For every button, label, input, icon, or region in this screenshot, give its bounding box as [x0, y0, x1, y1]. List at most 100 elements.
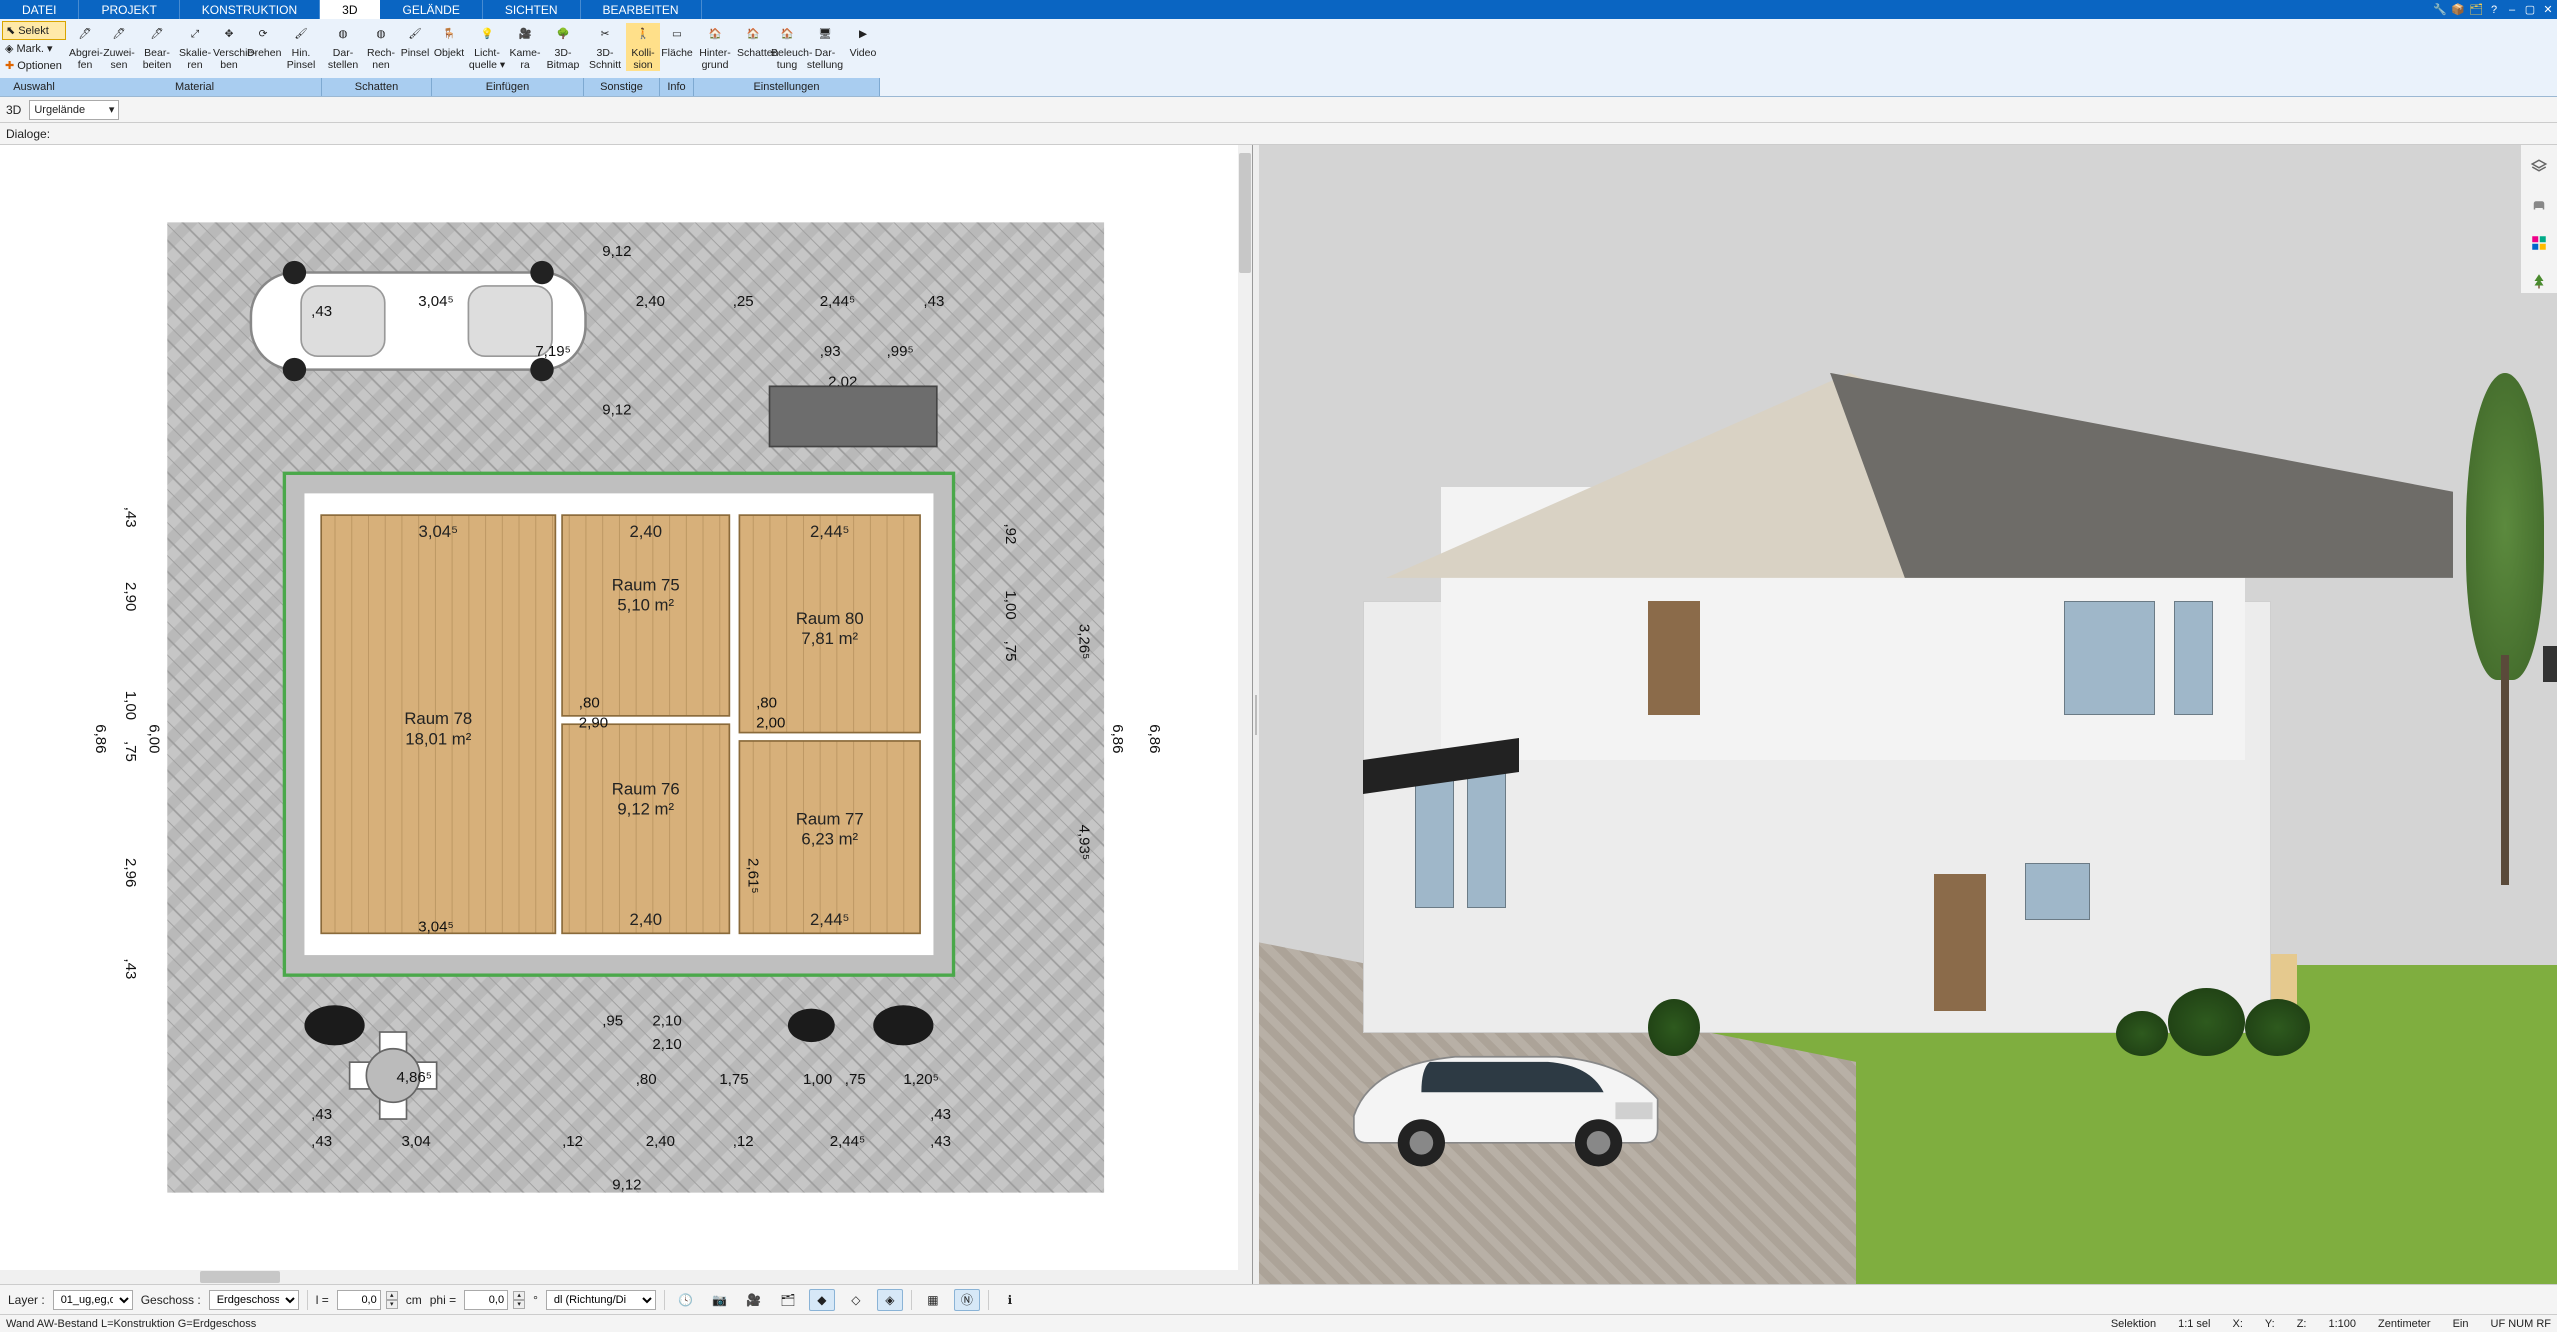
info-icon[interactable]: ℹ	[997, 1289, 1023, 1311]
group-label-material: Material	[68, 78, 322, 96]
view-3d-pane[interactable]	[1259, 145, 2557, 1284]
group-label-sonstige: Sonstige	[584, 78, 660, 96]
stack-icon[interactable]: 🗂	[775, 1289, 801, 1311]
length-spinner[interactable]: ▴▾	[386, 1291, 398, 1309]
movie-icon[interactable]: 🎥	[741, 1289, 767, 1311]
terrain-select[interactable]: Urgelände▾	[29, 100, 119, 120]
palette-icon[interactable]	[2527, 231, 2551, 255]
furniture-icon[interactable]	[2527, 193, 2551, 217]
svg-text:2,96: 2,96	[122, 858, 139, 887]
dialoge-label: Dialoge:	[6, 127, 50, 141]
hintergrund-button[interactable]: 🏠Hinter-grund	[694, 23, 736, 71]
snap-a-icon[interactable]: ◆	[809, 1289, 835, 1311]
svg-text:2,40: 2,40	[629, 522, 662, 541]
schatten2-button[interactable]: 🏠Schatten	[736, 23, 770, 59]
camera-icon[interactable]: 📷	[707, 1289, 733, 1311]
bitmap3d-icon: 🌳	[550, 23, 576, 45]
svg-text:9,12: 9,12	[602, 402, 631, 419]
phi-input[interactable]	[464, 1290, 508, 1310]
toolbar-wrench-icon[interactable]: 🔧	[2431, 0, 2449, 19]
svg-text:1,00: 1,00	[803, 1071, 832, 1088]
menu-gelaende[interactable]: GELÄNDE	[380, 0, 482, 19]
snap-c-icon[interactable]: ◈	[877, 1289, 903, 1311]
plan-2d-pane[interactable]: 3,04⁵ 9,12 2,40 ,25 2,44⁵ ,43 7,19⁵ ,93 …	[0, 145, 1253, 1284]
plan-scroll-vertical[interactable]	[1238, 145, 1252, 1284]
plan-scroll-horizontal[interactable]	[0, 1270, 1238, 1284]
menu-bar: DATEI PROJEKT KONSTRUKTION 3D GELÄNDE SI…	[0, 0, 2557, 19]
drehen-button[interactable]: ⟳Drehen	[246, 23, 280, 59]
kamera-label1: Kame-	[509, 47, 541, 59]
rechnen-label2: nen	[365, 59, 397, 71]
grid-icon[interactable]: ▦	[920, 1289, 946, 1311]
skalieren-label1: Skalie-	[179, 47, 211, 59]
menu-konstruktion[interactable]: KONSTRUKTION	[180, 0, 320, 19]
svg-text:6,86: 6,86	[1146, 724, 1163, 753]
bitmap3d-button[interactable]: 🌳3D-Bitmap	[542, 23, 584, 71]
beleuchtung-icon: 🏠	[774, 23, 800, 45]
tree-tool-icon[interactable]	[2527, 269, 2551, 293]
lichtquelle-button[interactable]: 💡Licht-quelle ▾	[466, 23, 508, 71]
schnitt3d-button[interactable]: ✂3D-Schnitt	[584, 23, 626, 71]
geschoss-select[interactable]: Erdgeschoss	[209, 1290, 299, 1310]
target-icon: ◈	[5, 42, 13, 55]
schnitt3d-label1: 3D-	[585, 47, 625, 59]
video-button[interactable]: ▶Video	[846, 23, 880, 59]
verschieben-button[interactable]: ✥Verschie-ben	[212, 23, 246, 71]
snap-b-icon[interactable]: ◇	[843, 1289, 869, 1311]
right-panel-handle[interactable]	[2543, 646, 2557, 682]
hintergrund-label2: grund	[695, 59, 735, 71]
svg-text:6,86: 6,86	[92, 724, 109, 753]
window-minimize-button[interactable]: –	[2503, 0, 2521, 19]
mark-button[interactable]: ◈ Mark.▾	[2, 40, 66, 57]
abgreifen-button[interactable]: 🖊Abgrei-fen	[68, 23, 102, 71]
bitmap3d-label1: 3D-	[543, 47, 583, 59]
darstellung-button[interactable]: 🖥Dar-stellung	[804, 23, 846, 71]
toolbar-box-icon[interactable]: 📦	[2449, 0, 2467, 19]
pinsel-button[interactable]: 🖌Pinsel	[398, 23, 432, 59]
optionen-button[interactable]: ✚ Optionen	[2, 57, 66, 74]
length-input[interactable]	[337, 1290, 381, 1310]
objekt-button[interactable]: 🪑Objekt	[432, 23, 466, 59]
menu-bearbeiten[interactable]: BEARBEITEN	[581, 0, 702, 19]
flaeche-button[interactable]: ▭Fläche	[660, 23, 694, 59]
kollision-label1: Kolli-	[627, 47, 659, 59]
beleuchtung-button[interactable]: 🏠Beleuch-tung	[770, 23, 804, 71]
menu-sichten[interactable]: SICHTEN	[483, 0, 581, 19]
svg-text:4,86⁵: 4,86⁵	[396, 1069, 432, 1086]
kollision-label2: sion	[627, 59, 659, 71]
hinpinsel-button[interactable]: 🖌Hin.Pinsel	[280, 23, 322, 71]
verschieben-label1: Verschie-	[213, 47, 245, 59]
layer-select[interactable]: 01_ug,eg,og	[53, 1290, 133, 1310]
hinpinsel-label1: Hin.	[281, 47, 321, 59]
window-maximize-button[interactable]: ▢	[2521, 0, 2539, 19]
skalieren-button[interactable]: ⤢Skalie-ren	[178, 23, 212, 71]
schnitt3d-label2: Schnitt	[585, 59, 625, 71]
menu-datei[interactable]: DATEI	[0, 0, 79, 19]
svg-text:2,44⁵: 2,44⁵	[820, 293, 856, 310]
rechnen-button[interactable]: ◍Rech-nen	[364, 23, 398, 71]
layers-icon[interactable]	[2527, 155, 2551, 179]
kollision-button[interactable]: 🚶Kolli-sion	[626, 23, 660, 71]
kamera-button[interactable]: 🎥Kame-ra	[508, 23, 542, 71]
svg-text:,43: ,43	[122, 958, 139, 979]
dl-select[interactable]: dl (Richtung/Di	[546, 1290, 656, 1310]
svg-text:1,00: 1,00	[122, 691, 139, 720]
group-label-auswahl: Auswahl	[0, 78, 68, 96]
help-icon[interactable]: ?	[2485, 0, 2503, 19]
menu-projekt[interactable]: PROJEKT	[79, 0, 179, 19]
bearbeiten-button[interactable]: 🖊Bear-beiten	[136, 23, 178, 71]
north-icon[interactable]: Ⓝ	[954, 1289, 980, 1311]
plus-icon: ✚	[5, 59, 14, 72]
selekt-button[interactable]: ⬉ Selekt	[2, 21, 66, 40]
darstellen-button[interactable]: ◍Dar-stellen	[322, 23, 364, 71]
svg-text:,43: ,43	[311, 303, 332, 320]
toolbar-folder-icon[interactable]: 🗂	[2467, 0, 2485, 19]
window-close-button[interactable]: ✕	[2539, 0, 2557, 19]
status-ein: Ein	[2453, 1318, 2469, 1330]
hintergrund-icon: 🏠	[702, 23, 728, 45]
clock-icon[interactable]: 🕓	[673, 1289, 699, 1311]
phi-spinner[interactable]: ▴▾	[513, 1291, 525, 1309]
menu-3d[interactable]: 3D	[320, 0, 380, 19]
workspace: 3,04⁵ 9,12 2,40 ,25 2,44⁵ ,43 7,19⁵ ,93 …	[0, 145, 2557, 1284]
zuweisen-button[interactable]: 🖊Zuwei-sen	[102, 23, 136, 71]
